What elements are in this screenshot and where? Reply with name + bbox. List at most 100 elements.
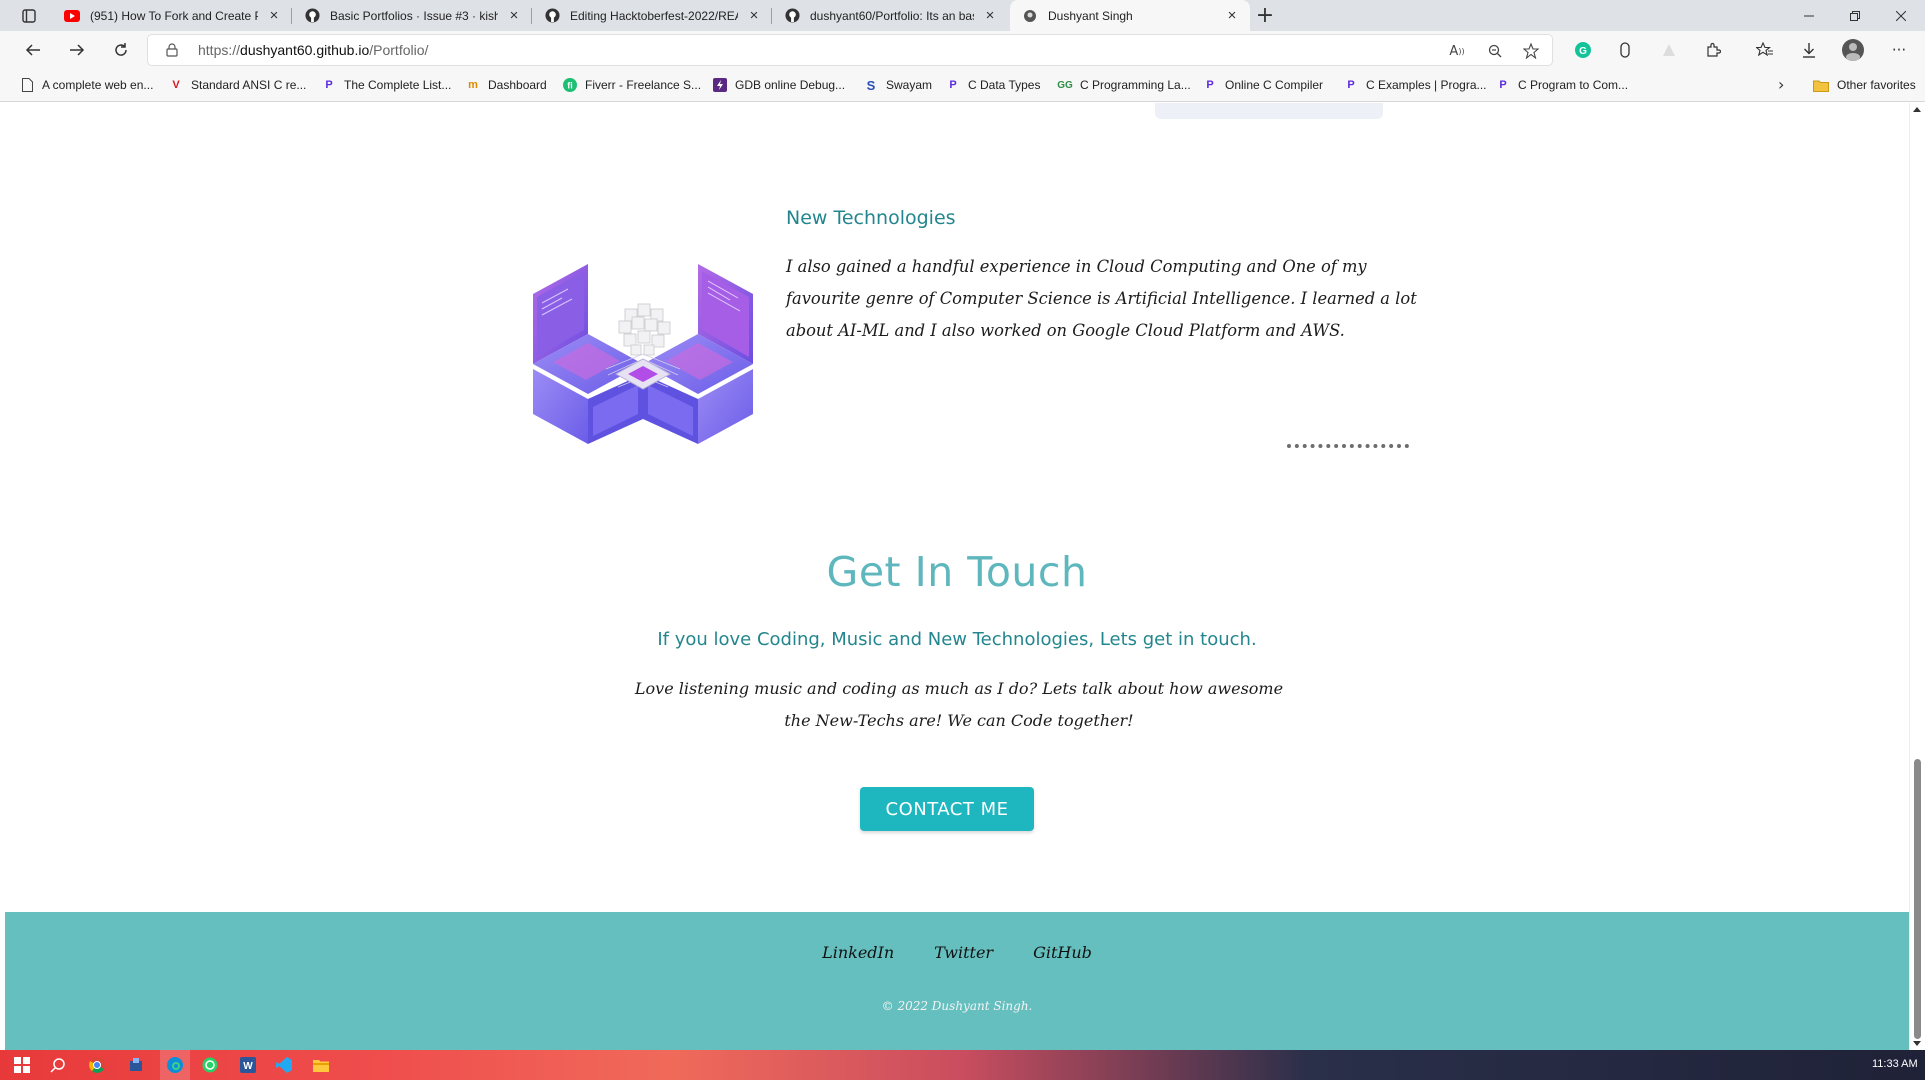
footer-link-linkedin[interactable]: LinkedIn bbox=[822, 943, 894, 962]
restore-button[interactable] bbox=[1832, 0, 1878, 31]
vscode-icon[interactable] bbox=[274, 1055, 294, 1075]
address-bar[interactable]: https://dushyant60.github.io/Portfolio/ … bbox=[148, 35, 1552, 65]
downloads-icon[interactable] bbox=[1794, 35, 1824, 65]
browser-tab-youtube[interactable]: (951) How To Fork and Create Pu × bbox=[52, 0, 292, 31]
previous-section-card bbox=[1155, 103, 1383, 119]
favorite-item[interactable]: P The Complete List... bbox=[322, 69, 451, 101]
gfg-icon: GG bbox=[1057, 79, 1073, 91]
favorite-item[interactable]: V Standard ANSI C re... bbox=[169, 69, 306, 101]
lock-icon bbox=[166, 43, 178, 57]
scroll-up-arrow-icon[interactable] bbox=[1913, 107, 1921, 112]
get-in-touch-heading: Get In Touch bbox=[826, 548, 1088, 596]
forward-arrow-icon bbox=[70, 44, 85, 56]
youtube-icon bbox=[64, 8, 80, 24]
favorite-item[interactable]: PC Examples | Progra... bbox=[1344, 69, 1486, 101]
github-icon bbox=[784, 8, 800, 24]
word-icon[interactable]: W bbox=[238, 1055, 258, 1075]
close-tab-icon[interactable]: × bbox=[266, 7, 282, 24]
extension-icon[interactable] bbox=[1610, 35, 1640, 65]
p-logo-icon: P bbox=[949, 79, 957, 91]
windows-start-icon[interactable] bbox=[12, 1055, 32, 1075]
add-favorite-icon[interactable] bbox=[1522, 42, 1540, 60]
browser-tab-repo[interactable]: dushyant60/Portfolio: Its an basic × bbox=[772, 0, 1008, 31]
profile-avatar[interactable] bbox=[1838, 35, 1868, 65]
page-scrollbar[interactable] bbox=[1909, 103, 1925, 1050]
github-icon bbox=[304, 8, 320, 24]
svg-text:fi: fi bbox=[567, 81, 573, 91]
grammarly-extension-icon[interactable]: G bbox=[1568, 35, 1598, 65]
refresh-icon bbox=[115, 43, 127, 56]
get-in-touch-subtitle: If you love Coding, Music and New Techno… bbox=[657, 629, 1257, 650]
minimize-button[interactable] bbox=[1786, 0, 1832, 31]
close-tab-icon[interactable]: × bbox=[982, 7, 998, 24]
github-icon bbox=[544, 8, 560, 24]
footer-link-twitter[interactable]: Twitter bbox=[934, 943, 993, 962]
tab-title: Dushyant Singh bbox=[1048, 8, 1133, 23]
favorite-item[interactable]: S Swayam bbox=[864, 69, 932, 101]
app-icon[interactable] bbox=[126, 1055, 146, 1075]
footer-links: LinkedIn Twitter GitHub bbox=[5, 943, 1909, 962]
extension-icon[interactable] bbox=[1654, 35, 1684, 65]
scrollbar-thumb[interactable] bbox=[1914, 759, 1921, 1039]
footer-link-github[interactable]: GitHub bbox=[1033, 943, 1092, 962]
back-button[interactable] bbox=[18, 35, 48, 65]
new-technologies-heading: New Technologies bbox=[786, 207, 956, 229]
close-tab-icon[interactable]: × bbox=[746, 7, 762, 24]
scroll-down-arrow-icon[interactable] bbox=[1913, 1041, 1921, 1046]
copyright-text: © 2022 Dushyant Singh. bbox=[881, 999, 1033, 1013]
edge-icon[interactable] bbox=[165, 1055, 185, 1075]
dotted-divider bbox=[1287, 444, 1409, 448]
m-logo-icon: m bbox=[468, 79, 478, 91]
p-logo-icon: P bbox=[325, 79, 333, 91]
s-logo-icon: S bbox=[866, 77, 876, 93]
web-page: New Technologies I also gained a handful… bbox=[5, 103, 1909, 1050]
browser-tab-active[interactable]: Dushyant Singh × bbox=[1010, 0, 1250, 31]
windows-taskbar: W 11:33 AM bbox=[0, 1050, 1925, 1080]
close-tab-icon[interactable]: × bbox=[1224, 7, 1240, 24]
favorite-item[interactable]: PC Program to Com... bbox=[1496, 69, 1628, 101]
browser-tab-editing[interactable]: Editing Hacktoberfest-2022/README × bbox=[532, 0, 772, 31]
more-favorites-chevron-icon[interactable]: › bbox=[1778, 75, 1784, 94]
taskbar-clock[interactable]: 11:33 AM bbox=[1872, 1058, 1918, 1070]
settings-more-icon[interactable]: ··· bbox=[1884, 35, 1914, 65]
other-favorites-folder[interactable]: Other favorites bbox=[1813, 69, 1916, 101]
p-logo-icon: P bbox=[1499, 79, 1507, 91]
new-technologies-description: I also gained a handful experience in Cl… bbox=[786, 257, 1417, 340]
close-tab-icon[interactable]: × bbox=[506, 7, 522, 24]
favorites-bar: A complete web en... V Standard ANSI C re… bbox=[0, 69, 1925, 102]
get-in-touch-description: Love listening music and coding as much … bbox=[634, 679, 1284, 730]
favorite-item[interactable]: GDB online Debug... bbox=[713, 69, 845, 101]
search-icon[interactable] bbox=[48, 1055, 68, 1075]
favorite-item[interactable]: PC Data Types bbox=[946, 69, 1040, 101]
minimize-icon bbox=[1804, 15, 1814, 16]
tab-actions-button[interactable] bbox=[14, 6, 44, 26]
favorite-item[interactable]: A complete web en... bbox=[20, 69, 153, 101]
gdb-icon bbox=[713, 78, 727, 92]
favorite-item[interactable]: P Online C Compiler bbox=[1203, 69, 1323, 101]
contact-me-button[interactable]: CONTACT ME bbox=[860, 787, 1034, 831]
chrome-icon[interactable] bbox=[87, 1055, 107, 1075]
new-tab-button[interactable]: + bbox=[1252, 3, 1278, 29]
tab-title: dushyant60/Portfolio: Its an basic bbox=[810, 8, 974, 23]
close-window-button[interactable] bbox=[1878, 0, 1924, 31]
page-footer: LinkedIn Twitter GitHub © 2022 Dushyant … bbox=[5, 912, 1909, 1050]
browser-tab-issue[interactable]: Basic Portfolios · Issue #3 · kishan × bbox=[292, 0, 532, 31]
read-aloud-icon[interactable]: A)) bbox=[1448, 42, 1466, 60]
refresh-button[interactable] bbox=[106, 35, 136, 65]
svg-text:G: G bbox=[1579, 46, 1587, 57]
favorites-icon[interactable] bbox=[1750, 35, 1780, 65]
browser-toolbar: https://dushyant60.github.io/Portfolio/ … bbox=[0, 31, 1925, 69]
document-icon bbox=[20, 78, 34, 92]
fiverr-icon: fi bbox=[563, 78, 577, 92]
file-explorer-icon[interactable] bbox=[311, 1055, 331, 1075]
folder-icon bbox=[1813, 79, 1829, 92]
tab-title: Editing Hacktoberfest-2022/README bbox=[570, 8, 738, 23]
site-icon bbox=[1022, 8, 1038, 24]
whatsapp-icon[interactable] bbox=[200, 1055, 220, 1075]
favorite-item[interactable]: GG C Programming La... bbox=[1057, 69, 1191, 101]
zoom-icon[interactable] bbox=[1486, 42, 1504, 60]
forward-button[interactable] bbox=[62, 35, 92, 65]
favorite-item[interactable]: fi Fiverr - Freelance S... bbox=[563, 69, 701, 101]
favorite-item[interactable]: m Dashboard bbox=[466, 69, 547, 101]
extensions-puzzle-icon[interactable] bbox=[1698, 35, 1728, 65]
